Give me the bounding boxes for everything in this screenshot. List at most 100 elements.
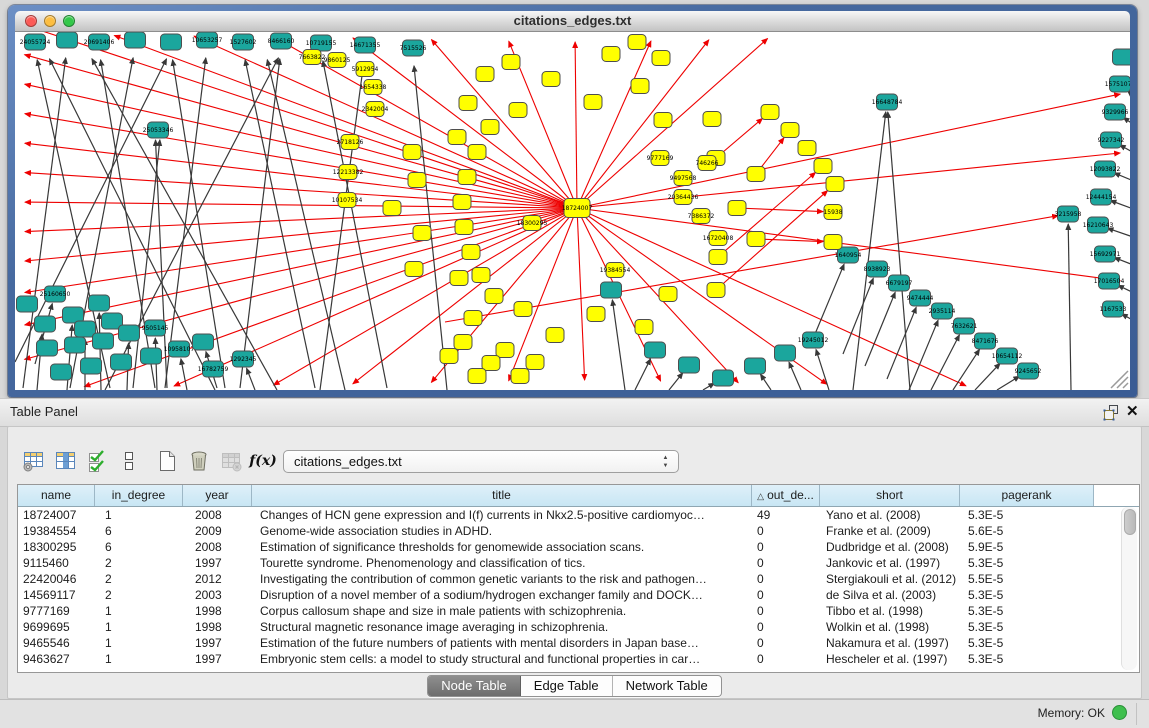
vertical-scrollbar[interactable] — [1121, 507, 1137, 670]
network-graph[interactable]: 2405572420691406106532571527602846616010… — [15, 32, 1130, 390]
table-row[interactable]: 1938455462009Genome-wide association stu… — [18, 523, 1139, 539]
black-edge[interactable] — [320, 63, 364, 390]
graph-node-yellow[interactable] — [514, 302, 532, 317]
graph-node-teal[interactable] — [645, 342, 666, 358]
table-row[interactable]: 1872400712008Changes of HCN gene express… — [18, 507, 1139, 523]
scrollbar-thumb[interactable] — [1124, 509, 1136, 535]
black-edge[interactable] — [1110, 201, 1130, 211]
graph-node-yellow[interactable] — [403, 145, 421, 160]
graph-node-yellow[interactable] — [450, 271, 468, 286]
red-edge[interactable] — [577, 208, 585, 380]
graph-node-yellow[interactable] — [584, 95, 602, 110]
graph-node-yellow[interactable] — [448, 130, 466, 145]
table-settings-icon[interactable] — [20, 448, 46, 474]
graph-node-yellow[interactable] — [405, 262, 423, 277]
graph-node-yellow[interactable] — [481, 120, 499, 135]
graph-node-teal[interactable] — [119, 325, 140, 341]
graph-node-teal[interactable] — [75, 321, 96, 337]
graph-node-teal[interactable] — [775, 345, 796, 361]
table-row[interactable]: 1456911722003Disruption of a novel membe… — [18, 587, 1139, 603]
black-edge[interactable] — [975, 363, 1000, 390]
graph-node-teal[interactable] — [679, 357, 700, 373]
graph-node-teal[interactable] — [125, 32, 146, 48]
graph-node-yellow[interactable] — [472, 268, 490, 283]
graph-node-yellow[interactable] — [707, 283, 725, 298]
graph-node-yellow[interactable] — [496, 343, 514, 358]
graph-node-yellow[interactable] — [526, 355, 544, 370]
graph-node-teal[interactable] — [193, 334, 214, 350]
close-panel-icon[interactable]: ✕ — [1126, 402, 1139, 420]
graph-node-yellow[interactable] — [728, 201, 746, 216]
table-row[interactable]: 911546021997Tourette syndrome. Phenomeno… — [18, 555, 1139, 571]
black-edge[interactable] — [612, 300, 625, 390]
graph-node-teal[interactable] — [37, 340, 58, 356]
black-edge[interactable] — [267, 60, 345, 390]
table-row[interactable]: 946554611997Estimation of the future num… — [18, 635, 1139, 651]
red-edge[interactable] — [25, 208, 577, 261]
black-edge[interactable] — [953, 349, 980, 390]
network-canvas[interactable]: 2405572420691406106532571527602846616010… — [15, 32, 1130, 390]
graph-node-yellow[interactable] — [631, 79, 649, 94]
graph-node-yellow[interactable] — [468, 145, 486, 160]
graph-node-teal[interactable] — [111, 354, 132, 370]
tab-network-table[interactable]: Network Table — [613, 676, 721, 696]
graph-node-yellow[interactable] — [798, 141, 816, 156]
table-row[interactable]: 946362711997Embryonic stem cells: a mode… — [18, 651, 1139, 667]
graph-node-yellow[interactable] — [509, 103, 527, 118]
column-header-in_degree[interactable]: in_degree — [95, 485, 183, 506]
resize-grip-icon[interactable] — [1111, 371, 1128, 388]
graph-node-yellow[interactable] — [453, 195, 471, 210]
graph-node-yellow[interactable] — [659, 287, 677, 302]
graph-node-yellow[interactable] — [628, 35, 646, 50]
function-builder-icon[interactable]: f(x) — [250, 448, 276, 474]
black-edge[interactable] — [1114, 258, 1130, 266]
graph-node-yellow[interactable] — [459, 96, 477, 111]
black-edge[interactable] — [635, 359, 651, 390]
graph-node-teal[interactable] — [17, 296, 38, 312]
black-edge[interactable] — [997, 376, 1020, 390]
graph-node-yellow[interactable] — [654, 113, 672, 128]
black-edge[interactable] — [1114, 173, 1130, 182]
graph-node-yellow[interactable] — [652, 51, 670, 66]
rows-icon[interactable] — [116, 448, 142, 474]
graph-node-yellow[interactable] — [703, 112, 721, 127]
graph-node-yellow[interactable] — [464, 311, 482, 326]
graph-node-teal[interactable] — [1113, 49, 1131, 65]
graph-node-teal[interactable] — [51, 364, 72, 380]
red-edge[interactable] — [25, 208, 577, 293]
graph-node-yellow[interactable] — [511, 369, 529, 384]
graph-node-yellow[interactable] — [747, 232, 765, 247]
show-columns-icon[interactable] — [52, 448, 78, 474]
graph-node-yellow[interactable] — [747, 167, 765, 182]
graph-node-yellow[interactable] — [602, 47, 620, 62]
graph-node-yellow[interactable] — [709, 250, 727, 265]
graph-node-yellow[interactable] — [546, 328, 564, 343]
window-titlebar[interactable]: citations_edges.txt — [15, 11, 1130, 32]
graph-node-yellow[interactable] — [635, 320, 653, 335]
table-row[interactable]: 1830029562008Estimation of significance … — [18, 539, 1139, 555]
graph-node-yellow[interactable] — [383, 201, 401, 216]
black-edge[interactable] — [669, 373, 683, 390]
tab-node-table[interactable]: Node Table — [428, 676, 521, 696]
graph-node-yellow[interactable] — [485, 289, 503, 304]
graph-node-teal[interactable] — [65, 337, 86, 353]
red-edge[interactable] — [25, 208, 577, 232]
graph-node-teal[interactable] — [57, 32, 78, 48]
black-edge[interactable] — [240, 59, 280, 388]
black-edge[interactable] — [931, 335, 959, 390]
graph-node-teal[interactable] — [161, 34, 182, 50]
table-row[interactable]: 2242004622012Investigating the contribut… — [18, 571, 1139, 587]
graph-node-teal[interactable] — [713, 370, 734, 386]
select-rows-icon[interactable] — [84, 448, 110, 474]
graph-node-yellow[interactable] — [502, 55, 520, 70]
black-edge[interactable] — [247, 368, 255, 390]
black-edge[interactable] — [181, 359, 187, 390]
black-edge[interactable] — [816, 350, 829, 391]
red-edge[interactable] — [577, 41, 651, 208]
graph-node-teal[interactable] — [89, 295, 110, 311]
graph-node-teal[interactable] — [35, 316, 56, 332]
column-header-year[interactable]: year — [183, 485, 252, 506]
graph-node-yellow[interactable] — [413, 226, 431, 241]
black-edge[interactable] — [99, 313, 101, 390]
graph-node-yellow[interactable] — [824, 235, 842, 250]
